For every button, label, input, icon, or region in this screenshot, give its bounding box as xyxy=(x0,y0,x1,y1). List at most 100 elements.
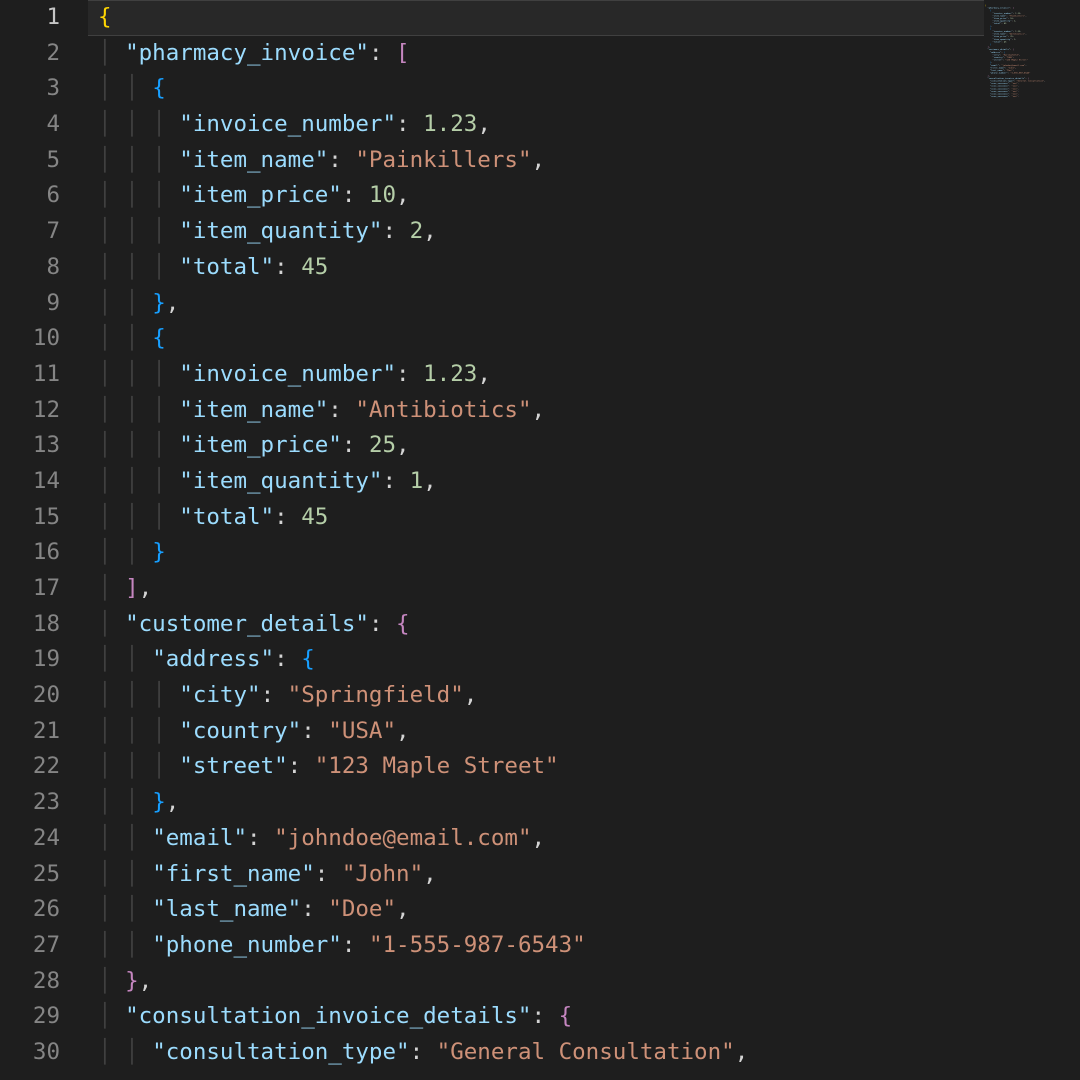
line-number[interactable]: 10 xyxy=(0,321,60,357)
line-number[interactable]: 21 xyxy=(0,714,60,750)
line-number[interactable]: 15 xyxy=(0,500,60,536)
token-key: "invoice_number" xyxy=(179,361,396,387)
code-line[interactable]: │ │ "address": { xyxy=(98,642,984,678)
code-line[interactable]: │ │ "last_name": "Doe", xyxy=(98,892,984,928)
token-brace3: } xyxy=(152,290,166,316)
token-key: "last_name" xyxy=(152,896,301,922)
code-line[interactable]: { xyxy=(98,0,984,36)
line-number[interactable]: 26 xyxy=(0,892,60,928)
token-punc: , xyxy=(139,575,153,601)
code-line[interactable]: │ "customer_details": { xyxy=(98,607,984,643)
line-number[interactable]: 1 xyxy=(0,0,60,36)
code-line[interactable]: │ │ │ "item_name": "Painkillers", xyxy=(98,143,984,179)
token-key: "consultation_invoice_details" xyxy=(125,1003,531,1029)
code-line[interactable]: │ │ "first_name": "John", xyxy=(98,857,984,893)
code-editor[interactable]: 1234567891011121314151617181920212223242… xyxy=(0,0,1080,1080)
code-line[interactable]: │ │ }, xyxy=(98,785,984,821)
code-line[interactable]: │ "pharmacy_invoice": [ xyxy=(98,36,984,72)
token-colon: : xyxy=(247,825,274,851)
token-punc: , xyxy=(166,789,180,815)
line-number[interactable]: 16 xyxy=(0,535,60,571)
line-number[interactable]: 30 xyxy=(0,1035,60,1071)
token-colon: : xyxy=(382,468,409,494)
line-number[interactable]: 25 xyxy=(0,857,60,893)
line-number[interactable]: 22 xyxy=(0,749,60,785)
token-key: "customer_details" xyxy=(125,611,369,637)
line-number[interactable]: 18 xyxy=(0,607,60,643)
line-number[interactable]: 2 xyxy=(0,36,60,72)
line-number-gutter[interactable]: 1234567891011121314151617181920212223242… xyxy=(0,0,88,1080)
minimap[interactable]: { "pharmacy_invoice": [ { "invoice_numbe… xyxy=(984,0,1080,1080)
token-colon: : xyxy=(396,111,423,137)
line-number[interactable]: 12 xyxy=(0,393,60,429)
code-line[interactable]: │ }, xyxy=(98,964,984,1000)
line-number[interactable]: 20 xyxy=(0,678,60,714)
token-str: "johndoe@email.com" xyxy=(274,825,531,851)
code-line[interactable]: │ │ │ "item_name": "Antibiotics", xyxy=(98,393,984,429)
line-number[interactable]: 4 xyxy=(0,107,60,143)
line-number[interactable]: 5 xyxy=(0,143,60,179)
line-number[interactable]: 23 xyxy=(0,785,60,821)
code-line[interactable]: │ │ } xyxy=(98,535,984,571)
code-line[interactable]: │ │ │ "item_quantity": 2, xyxy=(98,214,984,250)
token-str: "Doe" xyxy=(328,896,396,922)
line-number[interactable]: 14 xyxy=(0,464,60,500)
code-area[interactable]: {│ "pharmacy_invoice": [│ │ {│ │ │ "invo… xyxy=(88,0,984,1080)
token-num: 45 xyxy=(301,504,328,530)
token-colon: : xyxy=(382,218,409,244)
code-line[interactable]: │ │ │ "country": "USA", xyxy=(98,714,984,750)
token-str: "1-555-987-6543" xyxy=(369,932,586,958)
line-number[interactable]: 13 xyxy=(0,428,60,464)
token-punc: , xyxy=(477,361,491,387)
token-punc: , xyxy=(464,682,478,708)
token-key: "consultation_type" xyxy=(152,1039,409,1065)
token-colon: : xyxy=(369,40,396,66)
token-punc: , xyxy=(139,968,153,994)
line-number[interactable]: 6 xyxy=(0,178,60,214)
line-number[interactable]: 27 xyxy=(0,928,60,964)
token-brace2: } xyxy=(125,968,139,994)
line-number[interactable]: 3 xyxy=(0,71,60,107)
code-line[interactable]: │ │ │ "invoice_number": 1.23, xyxy=(98,357,984,393)
code-line[interactable]: │ │ │ "total": 45 xyxy=(98,250,984,286)
token-punc: , xyxy=(532,397,546,423)
line-number[interactable]: 7 xyxy=(0,214,60,250)
token-num: 1 xyxy=(410,468,424,494)
code-line[interactable]: │ │ │ "item_price": 10, xyxy=(98,178,984,214)
code-line[interactable]: │ │ "email": "johndoe@email.com", xyxy=(98,821,984,857)
code-line[interactable]: │ │ │ "city": "Springfield", xyxy=(98,678,984,714)
code-line[interactable]: │ ], xyxy=(98,571,984,607)
token-brace3: { xyxy=(301,646,315,672)
token-colon: : xyxy=(301,718,328,744)
token-key: "city" xyxy=(179,682,260,708)
line-number[interactable]: 19 xyxy=(0,642,60,678)
token-punc: , xyxy=(396,182,410,208)
token-colon: : xyxy=(274,504,301,530)
code-line[interactable]: │ │ │ "street": "123 Maple Street" xyxy=(98,749,984,785)
code-line[interactable]: │ │ "phone_number": "1-555-987-6543" xyxy=(98,928,984,964)
code-line[interactable]: │ "consultation_invoice_details": { xyxy=(98,999,984,1035)
line-number[interactable]: 17 xyxy=(0,571,60,607)
line-number[interactable]: 8 xyxy=(0,250,60,286)
line-number[interactable]: 11 xyxy=(0,357,60,393)
token-key: "email" xyxy=(152,825,247,851)
line-number[interactable]: 24 xyxy=(0,821,60,857)
token-colon: : xyxy=(396,361,423,387)
code-line[interactable]: │ │ "consultation_type": "General Consul… xyxy=(98,1035,984,1071)
line-number[interactable]: 29 xyxy=(0,999,60,1035)
line-number[interactable]: 9 xyxy=(0,286,60,322)
code-line[interactable]: │ │ { xyxy=(98,321,984,357)
token-str: "USA" xyxy=(328,718,396,744)
token-punc: , xyxy=(166,290,180,316)
code-line[interactable]: │ │ │ "total": 45 xyxy=(98,500,984,536)
code-line[interactable]: │ │ │ "invoice_number": 1.23, xyxy=(98,107,984,143)
code-line[interactable]: │ │ │ "item_quantity": 1, xyxy=(98,464,984,500)
line-number[interactable]: 28 xyxy=(0,964,60,1000)
token-colon: : xyxy=(288,753,315,779)
code-line[interactable]: │ │ { xyxy=(98,71,984,107)
code-line[interactable]: │ │ }, xyxy=(98,286,984,322)
code-line[interactable]: │ │ │ "item_price": 25, xyxy=(98,428,984,464)
token-colon: : xyxy=(315,861,342,887)
token-brace: { xyxy=(98,4,112,30)
token-brace2: { xyxy=(559,1003,573,1029)
